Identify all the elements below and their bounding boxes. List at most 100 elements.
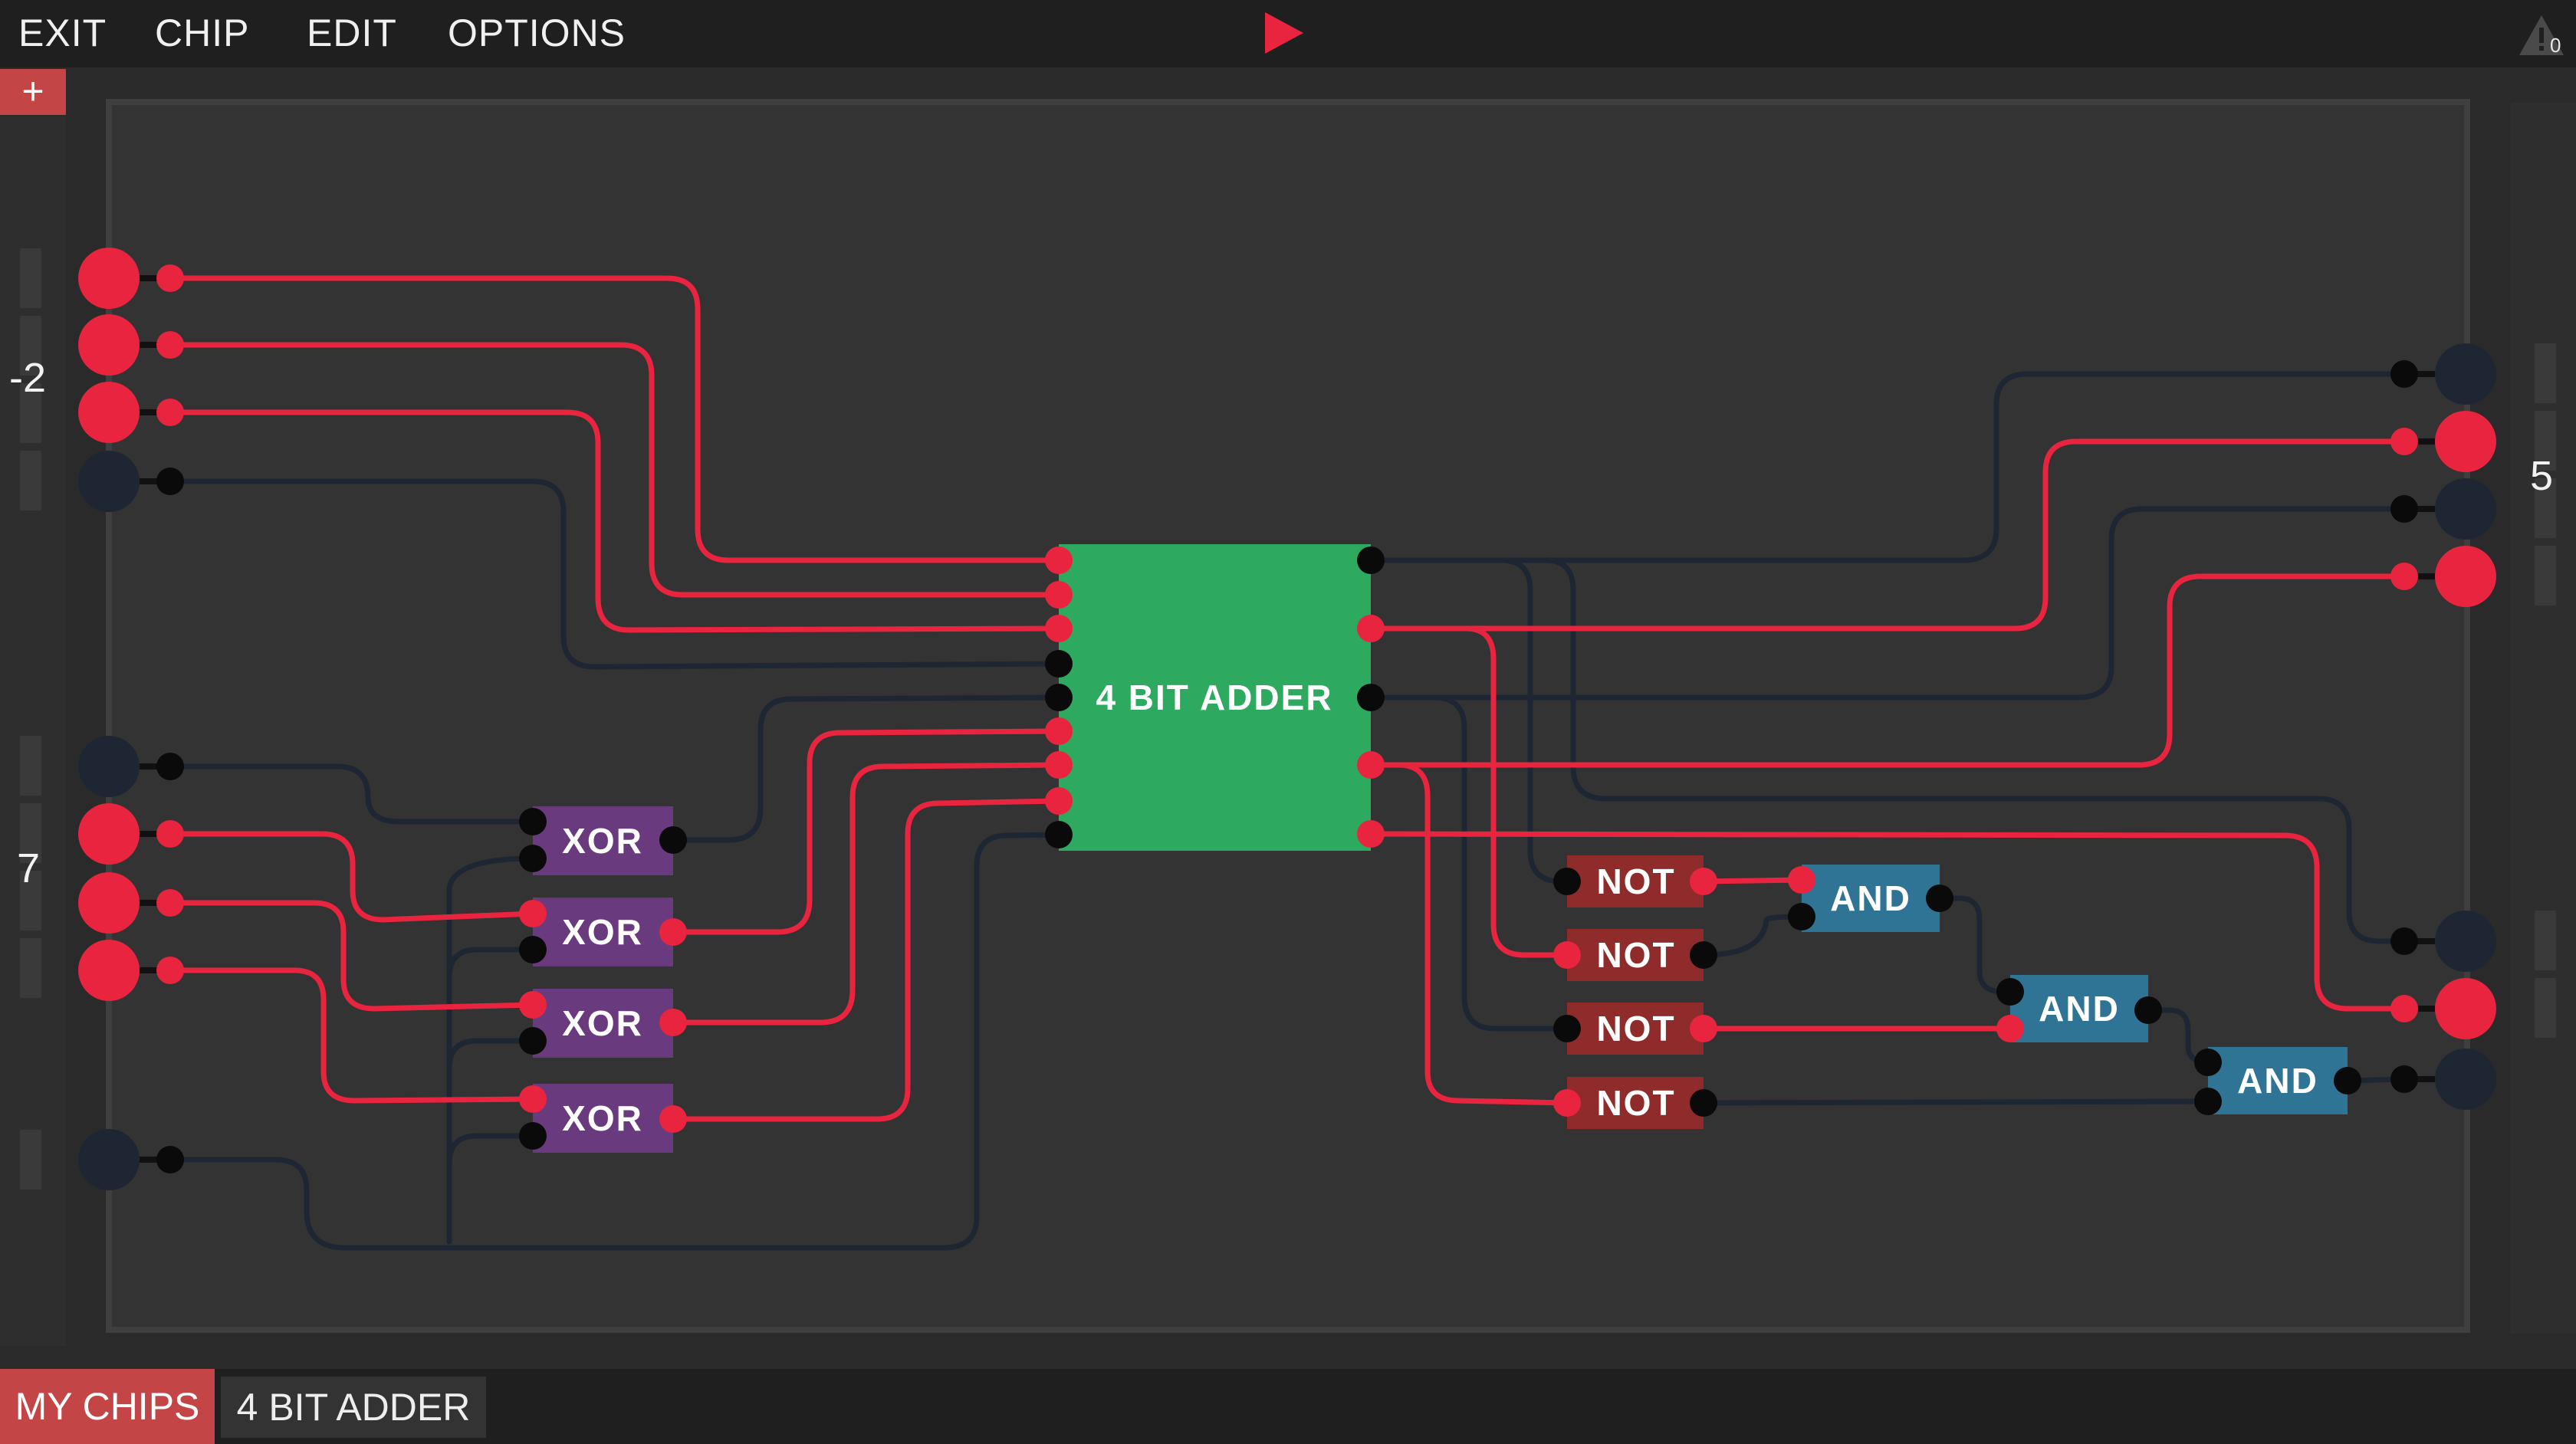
output-indicator[interactable] (2435, 1049, 2496, 1110)
circuit-canvas[interactable]: 4 BIT ADDER XOR XOR XOR XOR NOT NOT NOT … (0, 0, 2576, 1444)
output-pin[interactable] (2390, 927, 2418, 955)
chip-pin[interactable] (519, 936, 547, 963)
not-chip[interactable]: NOT (1553, 1077, 1717, 1129)
output-indicator[interactable] (2435, 478, 2496, 540)
chip-pin[interactable] (1045, 751, 1073, 779)
chip-pin[interactable] (1045, 650, 1073, 678)
output-indicator[interactable] (2435, 343, 2496, 405)
input-pin[interactable] (156, 264, 184, 292)
chip-pin[interactable] (519, 900, 547, 927)
xor-chip-label: XOR (562, 1003, 643, 1043)
chip-pin[interactable] (2334, 1067, 2361, 1094)
chip-pin[interactable] (1045, 615, 1073, 642)
chip-pin[interactable] (1996, 978, 2024, 1006)
chip-pin[interactable] (1553, 941, 1581, 969)
chip-pin[interactable] (519, 991, 547, 1019)
input-switch[interactable] (78, 248, 140, 309)
output-pin[interactable] (2390, 360, 2418, 388)
chip-pin[interactable] (519, 1027, 547, 1055)
xor-chip[interactable]: XOR (519, 989, 687, 1058)
not-chip-label: NOT (1596, 1009, 1675, 1049)
chip-pin[interactable] (1357, 615, 1385, 642)
input-switch[interactable] (78, 1129, 140, 1190)
chip-pin[interactable] (1357, 546, 1385, 574)
xor-chip[interactable]: XOR (519, 1084, 687, 1153)
output-pin[interactable] (2390, 1065, 2418, 1093)
wire[interactable] (1700, 877, 1805, 884)
chip-pin[interactable] (519, 808, 547, 835)
chip-pin[interactable] (1357, 684, 1385, 711)
chip-pin[interactable] (1357, 820, 1385, 848)
chip-pin[interactable] (1045, 787, 1073, 815)
not-chip[interactable]: NOT (1553, 855, 1717, 907)
input-switch[interactable] (78, 940, 140, 1001)
not-chip[interactable]: NOT (1553, 929, 1717, 981)
saved-chip-4-bit-adder[interactable]: 4 BIT ADDER (221, 1377, 486, 1438)
input-pin[interactable] (156, 957, 184, 984)
chip-pin[interactable] (2134, 996, 2162, 1024)
chip-pin[interactable] (2194, 1049, 2222, 1076)
input-pin[interactable] (156, 820, 184, 848)
wire[interactable] (1700, 1098, 2211, 1106)
input-pin[interactable] (156, 331, 184, 359)
xor-chip[interactable]: XOR (519, 898, 687, 966)
not-chip[interactable]: NOT (1553, 1003, 1717, 1055)
chip-pin[interactable] (659, 1105, 687, 1133)
chip-pin[interactable] (1553, 1089, 1581, 1117)
output-indicator[interactable] (2435, 411, 2496, 472)
chip-pin[interactable] (1553, 868, 1581, 895)
chip-pin[interactable] (1788, 903, 1815, 930)
input-switch[interactable] (78, 803, 140, 865)
chip-pin[interactable] (1690, 1089, 1717, 1117)
output-indicator[interactable] (2435, 911, 2496, 972)
my-chips-button[interactable]: MY CHIPS (0, 1369, 215, 1444)
adder-chip-label: 4 BIT ADDER (1096, 678, 1332, 717)
output-pin[interactable] (2390, 563, 2418, 590)
and-chip[interactable]: AND (1996, 975, 2162, 1042)
chip-pin[interactable] (2194, 1088, 2222, 1115)
output-pin[interactable] (2390, 995, 2418, 1022)
chip-pin[interactable] (519, 845, 547, 872)
output-indicator[interactable] (2435, 978, 2496, 1039)
input-pin[interactable] (156, 399, 184, 426)
adder-chip[interactable]: 4 BIT ADDER (1045, 544, 1385, 851)
chip-pin[interactable] (659, 826, 687, 854)
xor-chip-label: XOR (562, 1098, 643, 1138)
input-switch[interactable] (78, 314, 140, 376)
and-chip-label: AND (2237, 1061, 2318, 1101)
chip-pin[interactable] (1926, 884, 1953, 912)
input-pin[interactable] (156, 1146, 184, 1173)
chip-pin[interactable] (1553, 1015, 1581, 1042)
chip-pin[interactable] (659, 918, 687, 946)
input-pin[interactable] (156, 889, 184, 917)
chip-pin[interactable] (1045, 546, 1073, 574)
output-flags (2390, 911, 2496, 1110)
chip-pin[interactable] (1045, 717, 1073, 745)
chip-pin[interactable] (1045, 581, 1073, 609)
xor-chip[interactable]: XOR (519, 806, 687, 875)
output-indicator[interactable] (2435, 546, 2496, 607)
chip-pin[interactable] (1045, 684, 1073, 711)
chip-pin[interactable] (519, 1085, 547, 1113)
input-switch[interactable] (78, 736, 140, 797)
chip-pin[interactable] (1788, 866, 1815, 894)
and-chip[interactable]: AND (1788, 865, 1953, 932)
and-chip[interactable]: AND (2194, 1047, 2361, 1115)
chip-pin[interactable] (1996, 1015, 2024, 1042)
input-pin[interactable] (156, 468, 184, 495)
chip-pin[interactable] (1045, 821, 1073, 848)
not-chip-label: NOT (1596, 1083, 1675, 1123)
chip-pin[interactable] (519, 1122, 547, 1150)
chip-pin[interactable] (1690, 868, 1717, 895)
chip-pin[interactable] (1690, 941, 1717, 969)
input-pin[interactable] (156, 753, 184, 780)
output-pin[interactable] (2390, 495, 2418, 523)
chip-pin[interactable] (1690, 1015, 1717, 1042)
input-switch[interactable] (78, 382, 140, 443)
chip-pin[interactable] (1357, 751, 1385, 779)
output-pin[interactable] (2390, 428, 2418, 455)
input-switch[interactable] (78, 872, 140, 934)
not-chip-label: NOT (1596, 935, 1675, 975)
chip-pin[interactable] (659, 1009, 687, 1036)
input-switch[interactable] (78, 451, 140, 512)
